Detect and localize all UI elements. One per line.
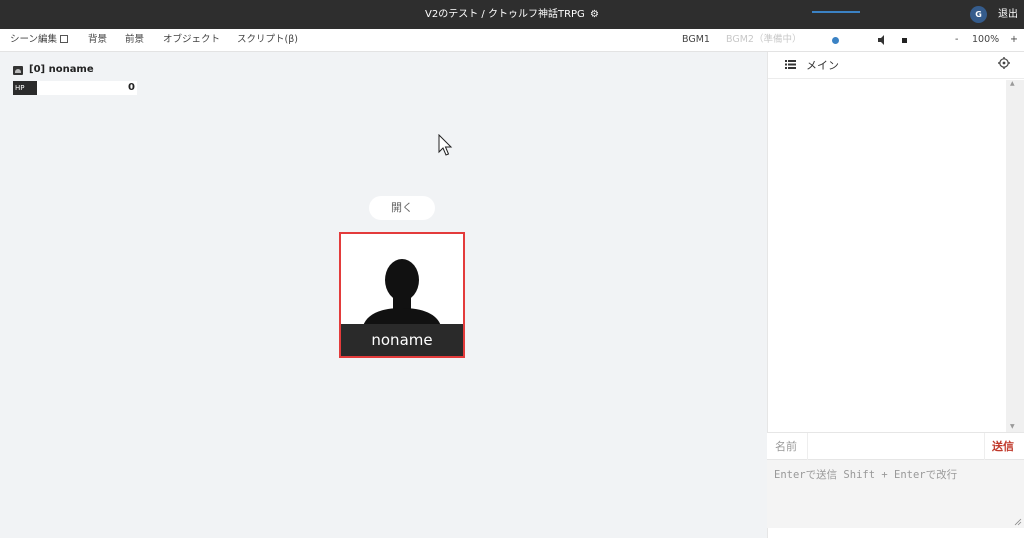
settings-icon[interactable] [998,57,1010,69]
zoom-out-button[interactable]: - [955,29,958,51]
menu-background[interactable]: 背景 [88,29,107,51]
gear-icon[interactable]: ⚙ [590,9,599,20]
open-button[interactable]: 開く [369,196,435,220]
room-title[interactable]: V2のテスト / クトゥルフ神話TRPG ⚙ [0,0,1024,29]
menu-bar: シーン編集 背景 前景 オブジェクト スクリプト(β) BGM1 BGM2（準備… [0,11,1024,52]
hp-bar: HP 0 [13,81,137,95]
stop-icon[interactable] [902,38,907,43]
room-title-text: V2のテスト / クトゥルフ神話TRPG [425,9,585,20]
volume-slider-thumb[interactable] [832,37,839,44]
scene-edit-checkbox[interactable] [60,35,69,43]
menu-foreground[interactable]: 前景 [125,29,144,51]
character-icon [13,66,23,75]
scene-edit-label: シーン編集 [10,34,58,45]
zoom-in-button[interactable]: + [1010,29,1018,51]
list-icon[interactable] [785,60,796,69]
hp-label: HP [13,81,37,95]
scroll-down-arrow-icon[interactable]: ▼ [1010,423,1015,430]
person-silhouette-icon [363,259,441,326]
volume-slider-track[interactable] [812,11,860,13]
character-card[interactable]: noname [339,232,465,358]
exit-button[interactable]: 退出 [998,0,1018,29]
zoom-level: 100% [972,34,1000,45]
hp-value: 0 [128,82,135,93]
chat-scrollbar[interactable]: ▲ ▼ [1006,80,1024,432]
message-input[interactable]: Enterで送信 Shift + Enterで改行 [767,460,1024,528]
mouse-cursor-icon [438,134,453,156]
bgm1-button[interactable]: BGM1 [682,29,710,51]
token-name: [0] noname [29,64,94,75]
character-name: noname [341,324,463,356]
scene-edit-toggle[interactable]: シーン編集 [10,29,69,51]
name-row: 名前 送信 [767,432,1024,460]
menu-object[interactable]: オブジェクト [163,29,220,51]
scroll-up-arrow-icon[interactable]: ▲ [1010,80,1015,87]
resize-handle-icon[interactable] [1014,518,1022,526]
user-avatar[interactable]: G [970,6,987,23]
chat-header: メイン [768,52,1024,79]
speaker-icon[interactable] [877,34,887,46]
tab-main[interactable]: メイン [806,52,839,79]
chat-log[interactable] [768,80,1024,432]
name-input[interactable] [807,433,985,460]
menu-script[interactable]: スクリプト(β) [237,29,298,51]
name-label: 名前 [775,440,797,453]
message-placeholder: Enterで送信 Shift + Enterで改行 [774,469,958,481]
bgm2-button: BGM2（準備中） [726,34,802,45]
send-button[interactable]: 送信 [992,433,1014,460]
title-bar: V2のテスト / クトゥルフ神話TRPG ⚙ G 退出 [0,0,1024,29]
